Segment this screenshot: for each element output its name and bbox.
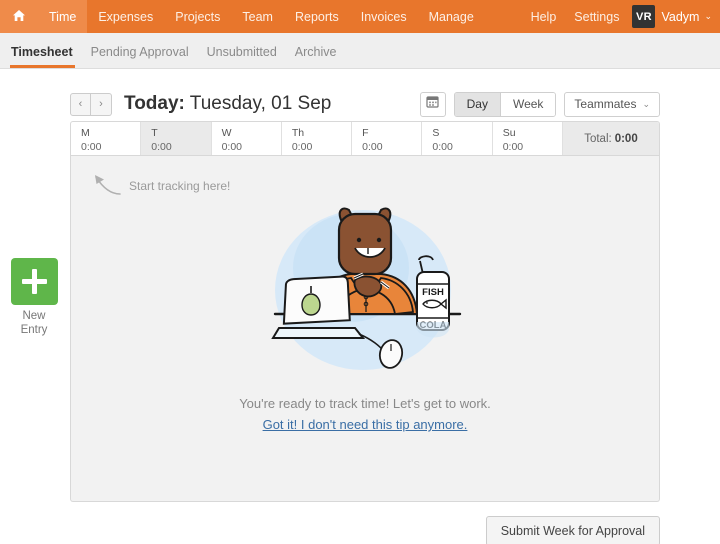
week-day-header-row: M 0:00 T 0:00 W 0:00 Th 0:00 F 0:00 S 0:…: [70, 121, 660, 156]
week-total-label: Total:: [584, 132, 612, 145]
day-column-wednesday-label: W: [221, 127, 232, 139]
top-nav-right-group: Help Settings VR Vadym ⌄: [522, 0, 720, 33]
user-menu[interactable]: Vadym ⌄: [661, 10, 712, 24]
start-tracking-tip-label: Start tracking here!: [129, 178, 231, 193]
chevron-down-icon: ⌄: [642, 98, 650, 109]
home-icon: [12, 9, 26, 25]
nav-item-team[interactable]: Team: [231, 0, 284, 33]
new-entry-label-line2: Entry: [20, 323, 48, 336]
new-entry-label: New Entry: [8, 310, 60, 338]
chevron-right-icon: ›: [99, 98, 103, 110]
submit-week-for-approval-button[interactable]: Submit Week for Approval: [485, 516, 660, 544]
day-column-friday-label: F: [362, 127, 369, 139]
view-mode-day[interactable]: Day: [454, 92, 500, 116]
day-column-sunday[interactable]: Su 0:00: [493, 122, 563, 155]
previous-day-button[interactable]: ‹: [70, 92, 91, 116]
week-total-cell: Total: 0:00: [562, 122, 659, 155]
day-column-wednesday[interactable]: W 0:00: [212, 122, 282, 155]
day-column-thursday-value: 0:00: [291, 141, 313, 154]
day-column-friday-value: 0:00: [362, 141, 383, 154]
timesheet-sheet: M 0:00 T 0:00 W 0:00 Th 0:00 F 0:00 S 0:…: [0, 121, 720, 502]
day-column-saturday-label: S: [432, 127, 440, 139]
curved-arrow-up-left-icon: [89, 170, 123, 201]
page-title-prefix: Today:: [124, 93, 185, 114]
day-column-sunday-label: Su: [502, 127, 516, 139]
day-column-thursday-label: Th: [291, 127, 305, 139]
view-mode-week[interactable]: Week: [499, 92, 556, 116]
timesheet-footer: Submit Week for Approval: [0, 502, 720, 544]
nav-item-settings[interactable]: Settings: [565, 10, 628, 24]
nav-item-manage-label: Manage: [428, 9, 474, 24]
chevron-left-icon: ‹: [78, 98, 83, 110]
nav-item-invoices-label: Invoices: [360, 9, 407, 24]
day-column-thursday[interactable]: Th 0:00: [282, 122, 353, 155]
nav-item-time-label: Time: [49, 9, 77, 24]
tab-archive[interactable]: Archive: [286, 45, 346, 68]
day-column-tuesday[interactable]: T 0:00: [141, 122, 212, 155]
day-column-friday[interactable]: F 0:00: [352, 122, 423, 155]
top-navigation-bar: Time Expenses Projects Team Reports Invo…: [0, 0, 720, 33]
tab-unsubmitted[interactable]: Unsubmitted: [198, 45, 286, 68]
nav-item-reports-label: Reports: [294, 9, 339, 24]
avatar[interactable]: VR: [632, 5, 656, 28]
day-column-tuesday-label: T: [151, 127, 158, 139]
bear-at-desk-illustration: FISH COLA: [71, 198, 659, 388]
view-mode-week-label: Week: [512, 97, 544, 111]
day-column-saturday-value: 0:00: [432, 141, 453, 154]
tab-archive-label: Archive: [294, 45, 337, 59]
page-title: Today: Tuesday, 01 Sep: [124, 93, 331, 115]
nav-item-time[interactable]: Time: [38, 0, 88, 33]
tab-unsubmitted-label: Unsubmitted: [206, 45, 277, 59]
chevron-down-icon: ⌄: [704, 11, 712, 21]
new-entry-button[interactable]: New Entry: [8, 258, 60, 338]
toolbar-right-controls: Day Week Teammates ⌄: [419, 91, 660, 117]
view-mode-toggle: Day Week: [453, 91, 557, 117]
page-title-date: Tuesday, 01 Sep: [184, 93, 332, 114]
empty-state-message-block: You're ready to track time! Let's get to…: [71, 396, 659, 434]
tab-timesheet-label: Timesheet: [11, 45, 73, 59]
nav-item-team-label: Team: [242, 9, 273, 24]
day-column-monday[interactable]: M 0:00: [71, 122, 142, 155]
dismiss-tip-link[interactable]: Got it! I don't need this tip anymore.: [263, 417, 468, 432]
nav-item-home[interactable]: [0, 0, 38, 33]
start-tracking-tip: Start tracking here!: [89, 170, 230, 201]
next-day-button[interactable]: ›: [91, 92, 112, 116]
day-column-monday-value: 0:00: [81, 141, 102, 154]
tab-timesheet[interactable]: Timesheet: [10, 45, 82, 68]
nav-item-projects[interactable]: Projects: [164, 0, 231, 33]
sub-navigation-tabs: Timesheet Pending Approval Unsubmitted A…: [0, 33, 720, 69]
empty-state-message: You're ready to track time! Let's get to…: [239, 396, 491, 411]
day-column-sunday-value: 0:00: [502, 141, 524, 154]
bottle-label-fish: FISH: [422, 287, 444, 298]
nav-item-settings-label: Settings: [574, 9, 620, 24]
date-navigation: ‹ ›: [70, 92, 112, 116]
new-entry-label-line1: New: [22, 310, 46, 322]
nav-item-expenses[interactable]: Expenses: [87, 0, 164, 33]
nav-item-reports[interactable]: Reports: [284, 0, 350, 33]
day-column-tuesday-value: 0:00: [151, 141, 172, 154]
nav-item-help[interactable]: Help: [522, 10, 566, 24]
top-nav-left-group: Time Expenses Projects Team Reports Invo…: [0, 0, 485, 33]
view-mode-day-label: Day: [466, 97, 488, 111]
day-column-saturday[interactable]: S 0:00: [422, 122, 493, 155]
calendar-picker-button[interactable]: [419, 91, 446, 117]
nav-item-help-label: Help: [530, 9, 557, 24]
plus-icon[interactable]: [10, 258, 58, 305]
week-total-value: 0:00: [614, 132, 638, 145]
day-column-monday-label: M: [81, 127, 90, 139]
nav-item-manage[interactable]: Manage: [418, 0, 485, 33]
nav-item-projects-label: Projects: [175, 9, 221, 24]
nav-item-expenses-label: Expenses: [98, 9, 154, 24]
timesheet-empty-panel: Start tracking here! FISH You're ready t…: [70, 156, 660, 502]
teammates-dropdown[interactable]: Teammates ⌄: [564, 91, 660, 117]
user-menu-label: Vadym: [661, 9, 700, 24]
teammates-dropdown-label: Teammates: [574, 97, 637, 111]
nav-item-invoices[interactable]: Invoices: [350, 0, 418, 33]
tab-pending-approval-label: Pending Approval: [90, 45, 189, 59]
day-column-wednesday-value: 0:00: [221, 141, 242, 154]
timesheet-page: ‹ › Today: Tuesday, 01 Sep Day Week Team…: [0, 69, 720, 544]
tab-pending-approval[interactable]: Pending Approval: [82, 45, 198, 68]
calendar-icon: [426, 95, 439, 113]
timesheet-toolbar: ‹ › Today: Tuesday, 01 Sep Day Week Team…: [0, 69, 720, 121]
